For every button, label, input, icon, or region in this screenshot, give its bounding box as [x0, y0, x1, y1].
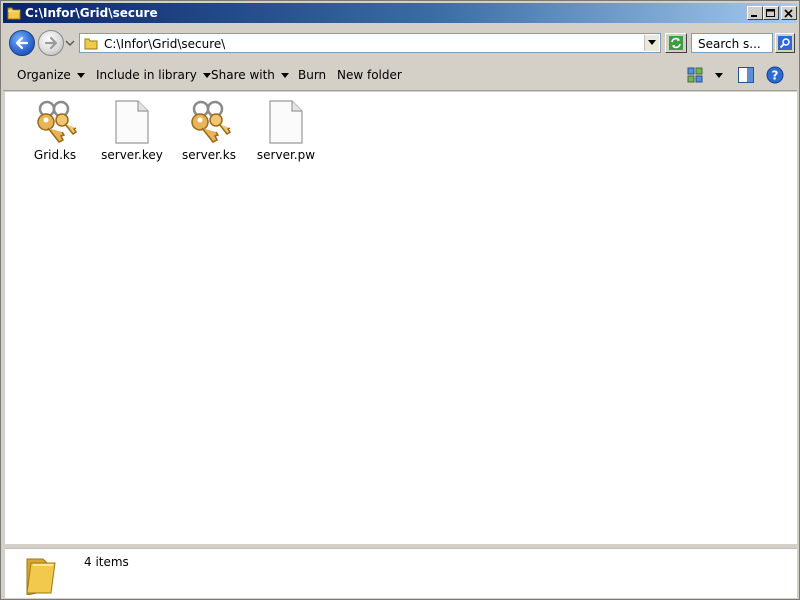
- title-bar[interactable]: C:\Infor\Grid\secure: [3, 3, 797, 23]
- search-button[interactable]: [775, 33, 795, 53]
- details-pane: 4 items: [5, 548, 797, 598]
- blank-file-icon: [115, 100, 149, 144]
- burn-button[interactable]: Burn: [298, 68, 326, 82]
- new-folder-button[interactable]: New folder: [337, 68, 402, 82]
- arrow-left-icon: [15, 36, 29, 50]
- keys-icon: [191, 100, 232, 143]
- maximize-icon: [766, 9, 775, 17]
- share-with-label: Share with: [211, 68, 275, 82]
- organize-menu[interactable]: Organize: [17, 68, 85, 82]
- item-count: 4 items: [84, 555, 129, 569]
- svg-text:?: ?: [772, 69, 779, 83]
- navigation-bar: C:\Infor\Grid\secure\ Search s...: [3, 25, 797, 59]
- chevron-down-icon: [280, 73, 289, 78]
- address-bar[interactable]: C:\Infor\Grid\secure\: [79, 33, 661, 53]
- blank-file-icon: [269, 100, 303, 144]
- help-icon[interactable]: ?: [766, 66, 784, 84]
- chevron-down-icon: [648, 40, 656, 45]
- minimize-button[interactable]: [747, 6, 763, 20]
- folder-icon: [26, 558, 56, 595]
- include-in-library-label: Include in library: [96, 68, 197, 82]
- search-input[interactable]: Search s...: [691, 33, 773, 53]
- address-dropdown-button[interactable]: [644, 35, 659, 51]
- file-item[interactable]: server.key: [94, 98, 170, 162]
- folder-icon: [7, 7, 21, 20]
- file-item[interactable]: Grid.ks: [17, 98, 93, 162]
- file-name: server.pw: [256, 148, 316, 162]
- back-button[interactable]: [9, 30, 35, 56]
- refresh-button[interactable]: [665, 33, 687, 53]
- keys-icon: [37, 100, 78, 143]
- forward-button[interactable]: [38, 30, 64, 56]
- refresh-icon: [669, 36, 683, 50]
- search-icon: [778, 36, 792, 50]
- preview-pane-icon[interactable]: [738, 67, 754, 83]
- search-placeholder: Search s...: [698, 37, 761, 51]
- file-name: server.key: [101, 148, 163, 162]
- folder-icon: [84, 38, 98, 50]
- file-item[interactable]: server.ks: [171, 98, 247, 162]
- maximize-button[interactable]: [763, 6, 779, 20]
- chevron-down-icon: [202, 73, 211, 78]
- window-title: C:\Infor\Grid\secure: [25, 6, 158, 20]
- command-bar: Organize Include in library Share with B…: [3, 59, 797, 91]
- share-with-menu[interactable]: Share with: [211, 68, 289, 82]
- organize-label: Organize: [17, 68, 71, 82]
- minimize-icon: [751, 15, 757, 17]
- address-path[interactable]: C:\Infor\Grid\secure\: [104, 37, 225, 51]
- recent-pages-chevron-down-icon[interactable]: [65, 39, 75, 47]
- close-button[interactable]: [781, 6, 797, 20]
- chevron-down-icon: [76, 73, 85, 78]
- more-options-chevron-down-icon[interactable]: [715, 73, 723, 78]
- change-view-icon[interactable]: [687, 67, 703, 83]
- file-list[interactable]: Grid.ks server.key server.ks server.pw: [5, 92, 797, 544]
- close-icon: [784, 9, 793, 18]
- explorer-window: C:\Infor\Grid\secure C:\Infor\Grid\secur…: [0, 0, 800, 600]
- include-in-library-menu[interactable]: Include in library: [96, 68, 211, 82]
- file-item[interactable]: server.pw: [248, 98, 324, 162]
- arrow-right-icon: [44, 36, 58, 50]
- file-name: server.ks: [182, 148, 236, 162]
- file-name: Grid.ks: [33, 148, 77, 162]
